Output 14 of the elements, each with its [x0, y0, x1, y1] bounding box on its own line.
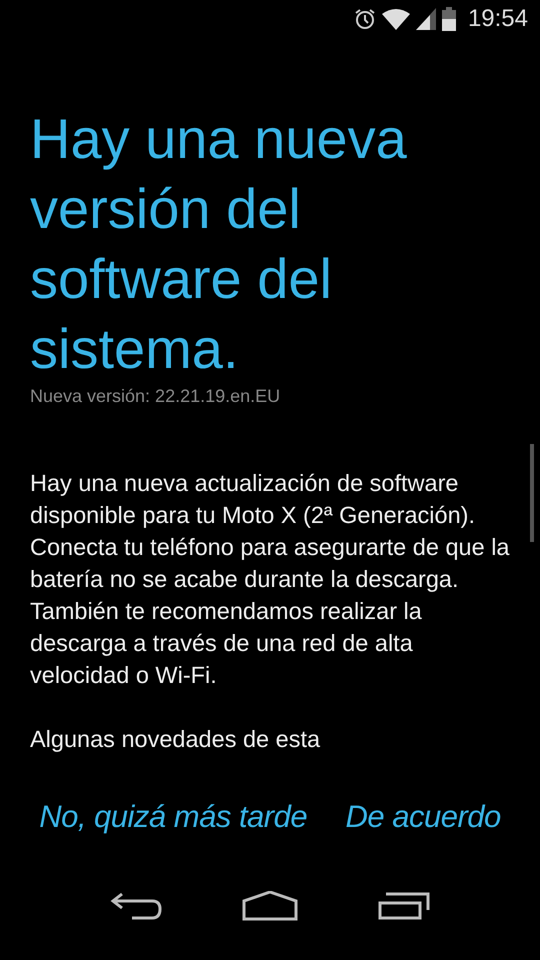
- dialog-button[interactable]: No, quizá más tarde: [33, 795, 314, 839]
- wifi-icon: [382, 8, 410, 30]
- back-icon[interactable]: [110, 892, 162, 920]
- description-paragraph: Hay una nueva actualización de software disponible para tu Moto X (2ª Generación). Conecta tu teléfono para asegurarte de que la batería no se acabe durante la descarga. También te recomendamos realizar la descarga a través de una red de alta velocidad o Wi-Fi.: [30, 469, 510, 690]
- clock-time: 19:54: [468, 5, 528, 33]
- home-icon[interactable]: [242, 891, 298, 921]
- dialog-button[interactable]: De acuerdo: [340, 795, 507, 839]
- alarm-clock-icon: [354, 8, 376, 30]
- recent-apps-icon[interactable]: [378, 892, 430, 920]
- description-paragraph: Algunas novedades de esta: [30, 725, 322, 754]
- signal-icon: [416, 8, 436, 30]
- version-label: Nueva versión: 22.21.19.en.EU: [30, 386, 282, 407]
- update-title: Hay una nueva versión del software del sistema.: [30, 106, 408, 382]
- battery-icon: [442, 7, 456, 31]
